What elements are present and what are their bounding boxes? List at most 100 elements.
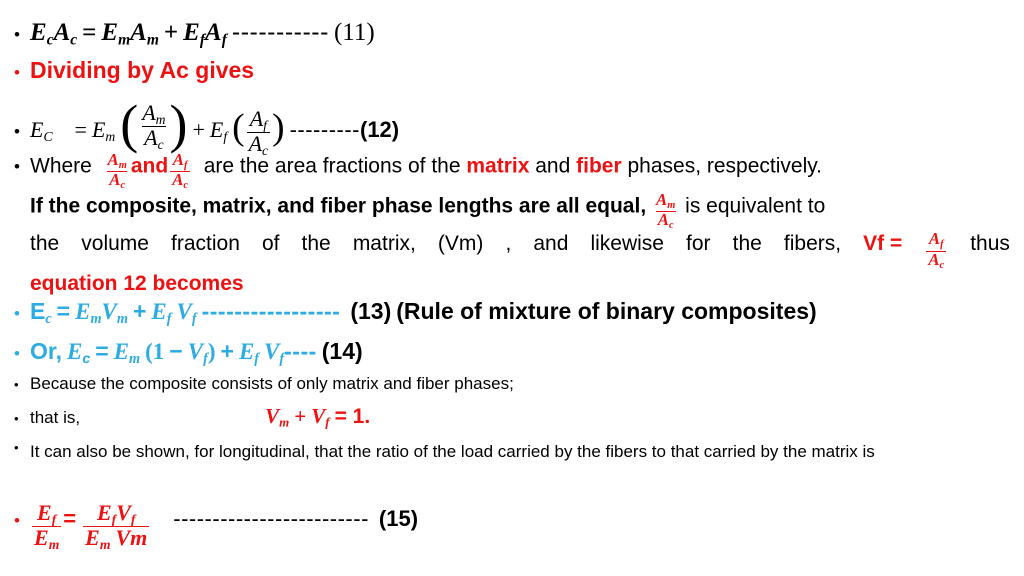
paren-open: ( <box>120 93 139 154</box>
numerator-subscript: f <box>183 159 188 171</box>
word: fraction <box>171 232 240 256</box>
slide-canvas: • EcAc = EmAm + EfAf ----------- (11) • Divi… <box>0 0 1024 576</box>
fraction-denominator: Ac <box>655 211 676 231</box>
equation-11-dashes: ----------- <box>231 18 329 46</box>
bullet-point: • <box>14 411 19 426</box>
where-paragraph-line-1: • Where Am Ac and Af Ac are the area fraction… <box>14 147 1010 191</box>
equation-13-expression: Ec = EmVm + Ef Vf <box>30 298 197 328</box>
eq13-lhs-E: E <box>30 298 46 324</box>
eq11-term2-A-sub: f <box>221 31 227 49</box>
bullet-point: • <box>14 63 20 82</box>
eq13-term1-V: V <box>101 299 117 324</box>
eq14-term2-sub: f <box>254 350 260 367</box>
eq13-equals: = <box>56 298 71 324</box>
thus-word: thus <box>970 232 1010 256</box>
numerator-subscript: f <box>51 511 57 527</box>
denominator-V: Vm <box>115 525 148 551</box>
eq12-term2-E: E <box>209 117 224 143</box>
word: fibers, <box>783 232 842 256</box>
fraction-denominator: Ac <box>926 249 947 271</box>
vf-subscript: f <box>325 414 330 430</box>
matrix-keyword: matrix <box>466 154 530 178</box>
fraction-efvf-emvm: EfVf Em Vm <box>83 501 150 552</box>
eq12-term1-sub: m <box>105 129 116 145</box>
composite-equal-lengths-text: If the composite, matrix, and fiber phas… <box>30 194 647 218</box>
word: for <box>686 232 711 256</box>
fraction-numerator: Af <box>171 151 190 171</box>
that-is-line: • that is, Vm + Vf = 1. <box>14 404 370 431</box>
equation-15-line: • Ef Em = EfVf Em Vm ------------------------… <box>14 495 419 551</box>
paren-open: ( <box>145 339 153 364</box>
where-paragraph: • Where Am Ac and Af Ac are the area fraction… <box>14 147 1010 302</box>
eq12-fraction-am-ac: Am Ac <box>140 101 167 152</box>
because-text: Because the composite consists of only m… <box>30 374 514 393</box>
word: , <box>505 232 512 256</box>
eq13-term1-V-sub: m <box>116 310 128 327</box>
numerator-subscript: f <box>940 239 944 251</box>
denominator-E: E <box>85 525 100 551</box>
eq12-fraction1-group: (Am Ac) <box>120 93 188 154</box>
vf-symbol: V <box>311 404 326 428</box>
eq12-fraction2-group: (Af Ac) <box>232 101 284 157</box>
or-word: Or, <box>30 338 62 364</box>
equation-15-number: (15) <box>378 505 419 531</box>
where-word: Where <box>30 154 92 178</box>
eq13-term1-E-sub: m <box>90 310 102 327</box>
denominator-subscript: m <box>48 536 60 552</box>
fraction-denominator: Em <box>32 526 62 552</box>
bullet-point: • <box>14 25 20 44</box>
numerator-symbol: A <box>107 150 119 170</box>
numerator-symbol: A <box>928 229 941 249</box>
is-equivalent-to-text: is equivalent to <box>685 194 826 218</box>
it-can-also-be-shown-text: It can also be shown, for longitudinal, … <box>30 442 875 461</box>
fraction-numerator: Am <box>654 191 677 211</box>
eq13-term2-V: V <box>176 299 192 324</box>
equation-11-number: (11) <box>333 19 375 46</box>
word: matrix, <box>352 232 416 256</box>
denominator-subscript: c <box>668 219 674 231</box>
eq12-plus: + <box>192 117 205 143</box>
eq11-lhs-A-sub: c <box>70 31 78 49</box>
equation-12-becomes-text: equation 12 becomes <box>30 271 244 295</box>
because-line: • Because the composite consists of only… <box>14 374 514 394</box>
eq11-term1-A: A <box>130 19 147 46</box>
eq14-plus: + <box>220 338 234 364</box>
bullet-point: • <box>14 122 20 142</box>
equation-14-dashes: ---- <box>284 338 317 364</box>
eq11-plus: + <box>163 19 179 46</box>
plus-sign: + <box>294 404 307 428</box>
eq13-term2-E-sub: f <box>166 310 172 327</box>
eq14-lhs-E: E <box>66 339 83 364</box>
eq14-one: 1 <box>152 339 165 364</box>
fraction-am-ac: Am Ac <box>654 191 677 232</box>
phases-tail: phases, respectively. <box>627 154 823 178</box>
word: likewise <box>590 232 664 256</box>
eq12-term1-E: E <box>91 117 106 143</box>
eq13-term2-V-sub: f <box>191 310 197 327</box>
eq14-lhs-sub: c <box>82 350 91 367</box>
paren-close: ) <box>169 93 188 154</box>
eq14-V: V <box>187 339 204 364</box>
numerator-symbol: A <box>249 105 264 131</box>
word: volume <box>81 232 149 256</box>
paren-close: ) <box>207 339 216 364</box>
eq14-term1-sub: m <box>129 350 141 367</box>
eq11-equals: = <box>82 19 97 46</box>
word: the <box>732 232 762 256</box>
eq14-term2-V: V <box>264 339 280 364</box>
eq14-minus: − <box>169 338 183 364</box>
fraction-af-ac: Af Ac <box>170 151 191 192</box>
bullet-point: • <box>14 377 19 392</box>
eq14-term1-E: E <box>113 339 130 364</box>
eq15-equals: = <box>63 505 77 531</box>
equation-14-expression: Or, Ec = Em (1− Vf) + Ef Vf <box>30 338 284 368</box>
dividing-by-ac-line: • Dividing by Ac gives <box>14 57 254 84</box>
equation-11-line: • EcAc = EmAm + EfAf ----------- (11) <box>14 18 375 49</box>
denominator-symbol: A <box>109 170 121 190</box>
eq11-term1-E: E <box>101 19 119 46</box>
equation-15-expression: Ef Em = EfVf Em Vm <box>30 495 151 551</box>
it-can-also-be-shown-line: • It can also be shown, for longitudinal… <box>14 441 1010 462</box>
denominator-symbol: A <box>928 249 940 269</box>
fraction-denominator: Ac <box>107 170 128 191</box>
equation-12-expression: EC = Em(Am Ac) + Ef(Af Ac) <box>30 93 285 157</box>
